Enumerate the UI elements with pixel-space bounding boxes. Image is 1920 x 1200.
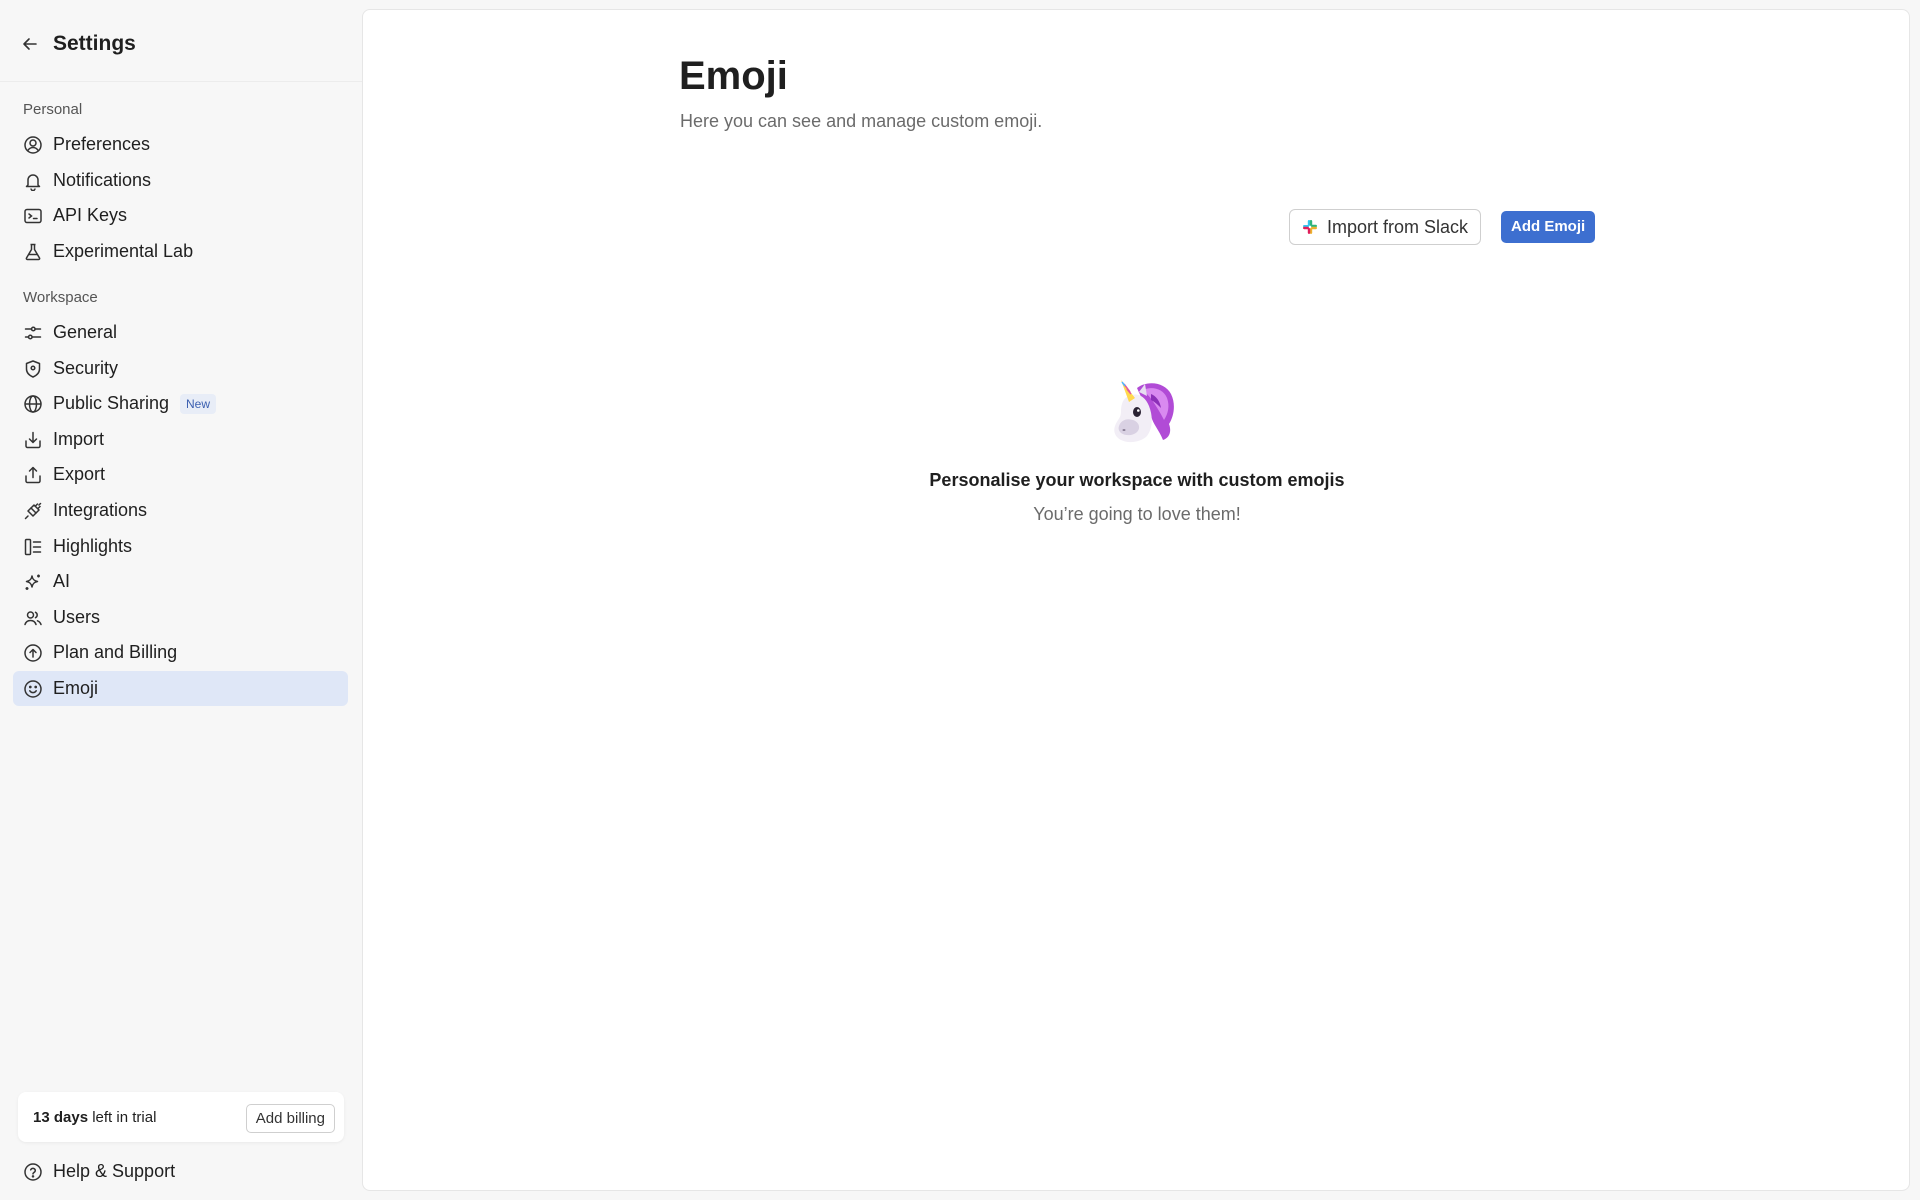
settings-app: Settings Personal Preferences Notificati… — [0, 0, 1920, 1200]
page-title: Emoji — [679, 54, 788, 98]
sidebar: Settings Personal Preferences Notificati… — [0, 0, 362, 1200]
sidebar-item-general[interactable]: General — [13, 315, 348, 350]
smile-icon — [23, 679, 43, 699]
sparkles-icon — [23, 572, 43, 592]
sidebar-item-plan-and-billing[interactable]: Plan and Billing — [13, 635, 348, 670]
sidebar-title: Settings — [53, 32, 136, 55]
section-label-personal: Personal — [23, 101, 83, 118]
plug-icon — [23, 501, 43, 521]
users-icon — [23, 608, 43, 628]
flask-icon — [23, 242, 43, 262]
user-circle-icon — [23, 135, 43, 155]
sidebar-item-security[interactable]: Security — [13, 351, 348, 386]
sidebar-item-label: General — [53, 322, 118, 342]
sidebar-item-label: API Keys — [53, 205, 128, 225]
terminal-icon — [23, 206, 43, 226]
sidebar-item-label: Integrations — [53, 500, 148, 520]
add-billing-button[interactable]: Add billing — [245, 1104, 335, 1133]
sidebar-item-label: Import — [53, 429, 105, 449]
sidebar-header: Settings — [0, 0, 362, 82]
sidebar-item-label: Preferences — [53, 134, 151, 154]
sidebar-item-label: Export — [53, 464, 106, 484]
import-icon — [23, 430, 43, 450]
unicorn-icon — [1114, 380, 1174, 443]
sidebar-item-label: Public Sharing — [53, 393, 170, 413]
sidebar-item-label: Notifications — [53, 170, 152, 190]
sidebar-item-label: AI — [53, 571, 71, 591]
sidebar-item-label: Emoji — [53, 678, 99, 698]
sidebar-item-ai[interactable]: AI — [13, 564, 348, 599]
billing-icon — [23, 643, 43, 663]
trial-text: 13 days left in trial — [33, 1109, 156, 1126]
sidebar-item-public-sharing[interactable]: Public Sharing New — [13, 386, 348, 421]
help-label: Help & Support — [53, 1161, 176, 1181]
section-label-workspace: Workspace — [23, 289, 98, 306]
slack-icon — [1303, 220, 1317, 234]
empty-state-subtitle: You’re going to love them! — [1033, 504, 1241, 524]
trial-suffix: left in trial — [88, 1109, 157, 1126]
page-subtitle: Here you can see and manage custom emoji… — [680, 111, 1043, 131]
add-emoji-button[interactable]: Add Emoji — [1501, 211, 1596, 243]
sidebar-item-export[interactable]: Export — [13, 457, 348, 492]
sidebar-item-label: Plan and Billing — [53, 642, 178, 662]
sidebar-item-experimental-lab[interactable]: Experimental Lab — [13, 234, 348, 269]
empty-state-title: Personalise your workspace with custom e… — [929, 470, 1345, 490]
sidebar-item-integrations[interactable]: Integrations — [13, 493, 348, 528]
shield-icon — [23, 359, 43, 379]
globe-icon — [23, 394, 43, 414]
trial-days: 13 days — [33, 1109, 89, 1126]
highlights-icon — [23, 537, 43, 557]
import-from-slack-label: Import from Slack — [1327, 216, 1469, 237]
import-from-slack-button[interactable]: Import from Slack — [1289, 209, 1482, 245]
trial-banner: 13 days left in trial Add billing — [18, 1092, 344, 1142]
main-panel: Emoji Here you can see and manage custom… — [362, 9, 1910, 1191]
sliders-icon — [23, 323, 43, 343]
sidebar-item-notifications[interactable]: Notifications — [13, 163, 348, 198]
sidebar-item-api-keys[interactable]: API Keys — [13, 198, 348, 233]
sidebar-item-import[interactable]: Import — [13, 422, 348, 457]
sidebar-item-label: Users — [53, 607, 101, 627]
sidebar-item-label: Highlights — [53, 536, 133, 556]
sidebar-item-highlights[interactable]: Highlights — [13, 529, 348, 564]
export-icon — [23, 465, 43, 485]
bell-icon — [23, 171, 43, 191]
arrow-left-icon[interactable] — [20, 34, 40, 54]
sidebar-item-preferences[interactable]: Preferences — [13, 127, 348, 162]
sidebar-item-users[interactable]: Users — [13, 600, 348, 635]
new-badge: New — [180, 394, 217, 414]
sidebar-item-label: Experimental Lab — [53, 241, 194, 261]
help-circle-icon — [23, 1162, 43, 1182]
sidebar-item-emoji[interactable]: Emoji — [13, 671, 348, 706]
sidebar-item-label: Security — [53, 358, 119, 378]
